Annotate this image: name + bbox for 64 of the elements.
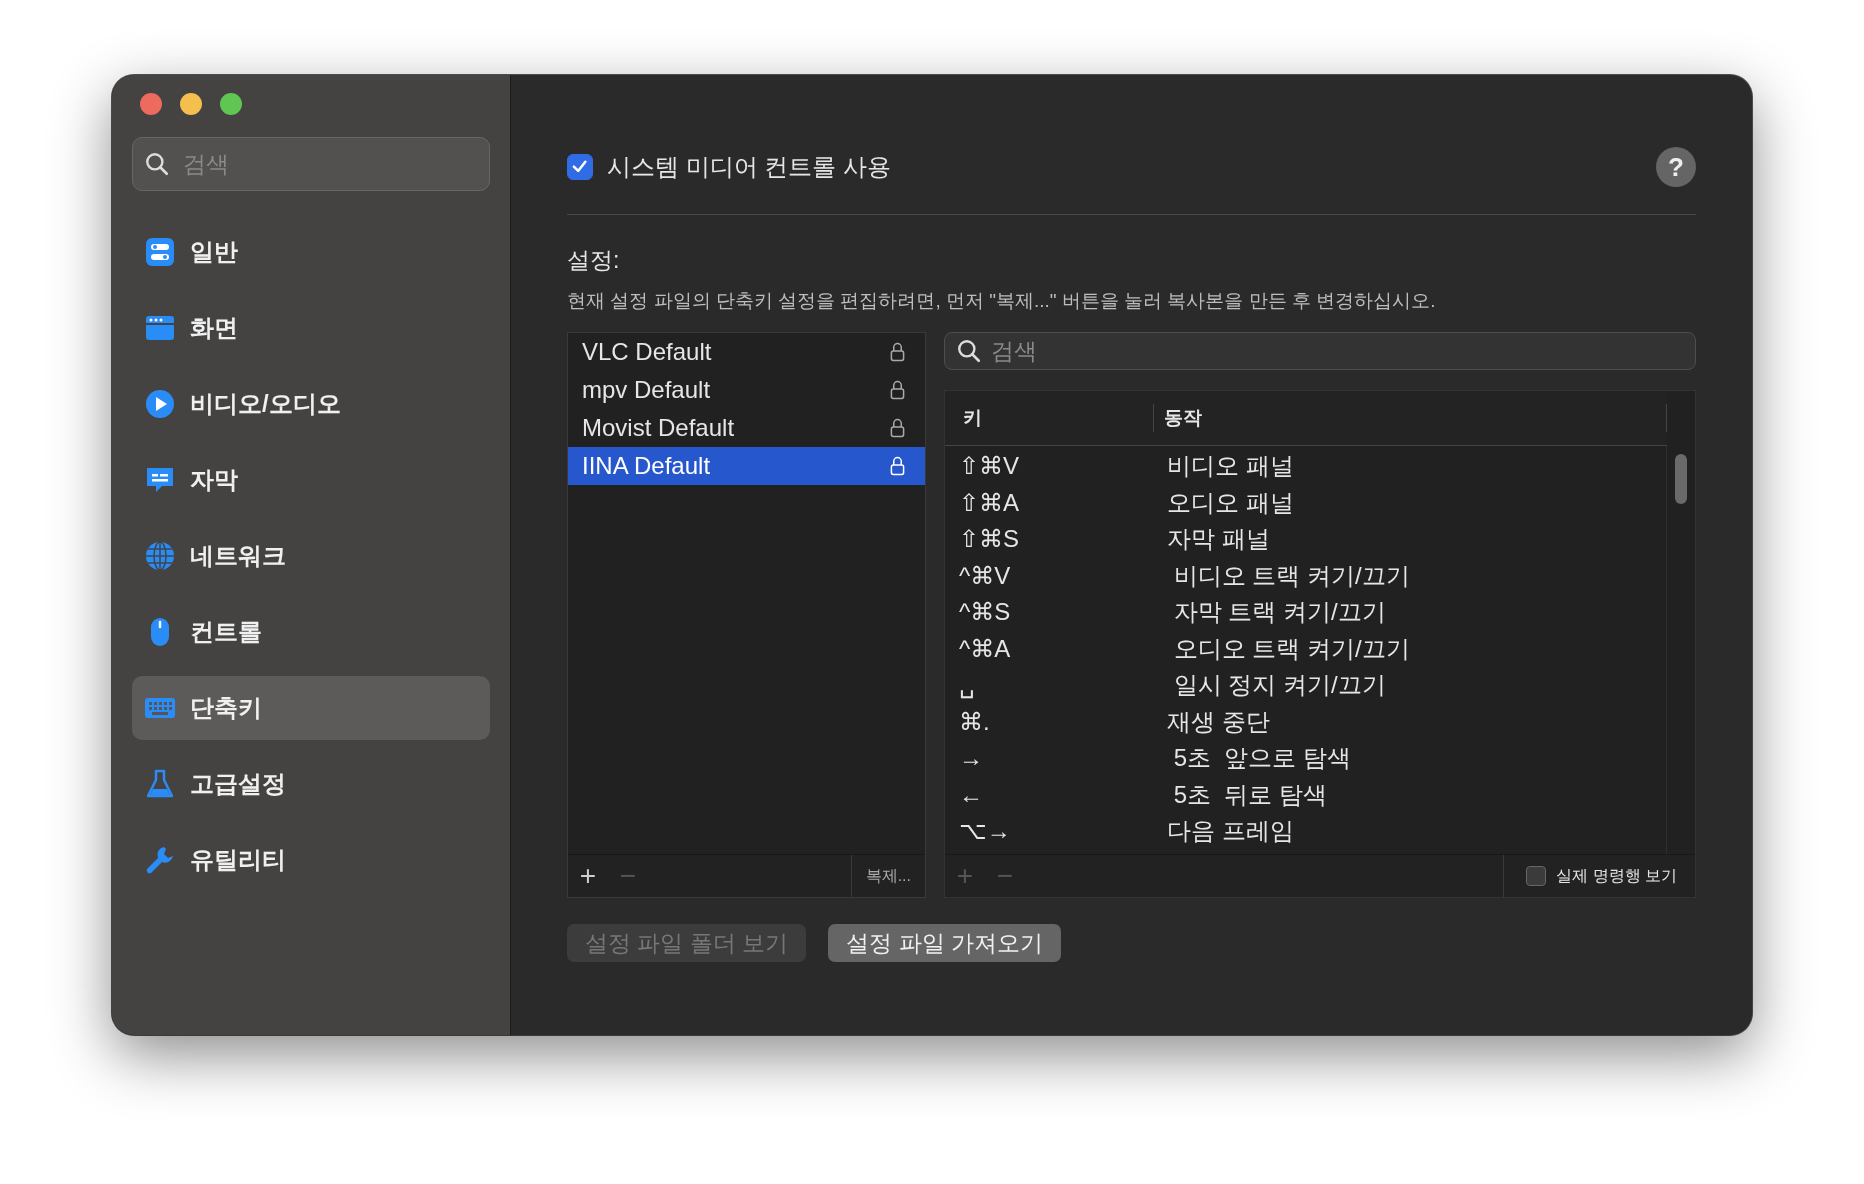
key-cell-text: ⌥→: [958, 817, 1012, 846]
duplicate-button[interactable]: 복제...: [851, 865, 925, 887]
checkbox[interactable]: [1526, 866, 1547, 886]
search-icon: [956, 338, 982, 364]
action-cell-text: 비디오 패널: [1166, 451, 1295, 482]
sidebar-item[interactable]: 일반: [132, 220, 490, 284]
zoom-button[interactable]: [220, 93, 242, 115]
wrench-icon: [144, 844, 176, 876]
description-text: 현재 설정 파일의 단축키 설정을 편집하려면, 먼저 "복제..." 버튼을 눌러 복사본을 만든 후 변경하십시오.: [567, 289, 1437, 313]
key-cell-text: ⇧⌘A: [958, 488, 1021, 517]
close-button[interactable]: [140, 93, 162, 115]
action-cell-text: 자막 트랙 켜기/끄기: [1172, 597, 1387, 628]
search-icon: [144, 151, 170, 177]
key-cell-text: ⇧⌘S: [958, 525, 1021, 554]
action-cell-text: 다음 프레임: [1166, 816, 1295, 847]
key-cell-text: →: [958, 744, 984, 773]
sidebar-item[interactable]: 단축키: [132, 676, 490, 740]
sidebar-item[interactable]: 유틸리티: [132, 828, 490, 892]
search-field[interactable]: 검색: [944, 332, 1696, 370]
flask-icon: [144, 768, 176, 800]
action-cell-text: 5초 뒤로 탐색: [1172, 779, 1329, 810]
profile-row[interactable]: Movist Default: [568, 409, 925, 447]
lock-icon: [890, 379, 905, 401]
action-cell-text: 자막 패널: [1166, 524, 1271, 555]
checkbox-label: 실제 명령행 보기: [1556, 865, 1677, 886]
search-field[interactable]: 검색: [132, 137, 490, 191]
sidebar-item[interactable]: 컨트롤: [132, 600, 490, 664]
key-cell-text: ^⌘A: [958, 634, 1012, 663]
lock-icon: [890, 455, 905, 477]
action-cell-text: 재생 중단: [1166, 706, 1271, 737]
scrollbar-thumb[interactable]: [1675, 454, 1687, 504]
sidebar-item[interactable]: 화면: [132, 296, 490, 360]
action-cell-text: 비디오 트랙 켜기/끄기: [1172, 560, 1411, 591]
push-button[interactable]: 설정 파일 가져오기: [828, 924, 1061, 962]
lock-icon: [890, 341, 905, 363]
sidebar-item[interactable]: 네트워크: [132, 524, 490, 588]
profile-row[interactable]: VLC Default: [568, 333, 925, 371]
profile-row[interactable]: mpv Default: [568, 371, 925, 409]
toggle-icon: [144, 236, 176, 268]
footer-button[interactable]: +: [568, 860, 608, 892]
profile-row[interactable]: IINA Default: [568, 447, 925, 485]
help-button[interactable]: ?: [1656, 147, 1696, 187]
key-cell-text: ⌘.: [958, 707, 991, 736]
column-header[interactable]: 키: [945, 404, 1154, 432]
column-header[interactable]: 동작: [1154, 404, 1667, 432]
key-cell-text: ←: [958, 780, 984, 809]
sidebar-item[interactable]: 자막: [132, 448, 490, 512]
checkbox-label: 시스템 미디어 컨트롤 사용: [607, 152, 891, 182]
minimize-button[interactable]: [180, 93, 202, 115]
action-cell-text: 5초 앞으로 탐색: [1172, 743, 1353, 774]
key-cell-text: ⇧⌘V: [958, 452, 1021, 481]
key-cell-text: ^⌘S: [958, 598, 1012, 627]
sidebar-item[interactable]: 비디오/오디오: [132, 372, 490, 436]
section-heading: 설정:: [567, 246, 621, 275]
checkbox[interactable]: [567, 154, 593, 180]
action-cell-text: 오디오 패널: [1166, 487, 1295, 518]
action-cell-text: 오디오 트랙 켜기/끄기: [1172, 633, 1411, 664]
key-cell-text: ^⌘V: [958, 561, 1012, 590]
sidebar-item[interactable]: 고급설정: [132, 752, 490, 816]
globe-icon: [144, 540, 176, 572]
key-cell-text: ␣: [958, 671, 976, 700]
play-icon: [144, 388, 176, 420]
action-cell-text: 일시 정지 켜기/끄기: [1172, 670, 1387, 701]
lock-icon: [890, 417, 905, 439]
